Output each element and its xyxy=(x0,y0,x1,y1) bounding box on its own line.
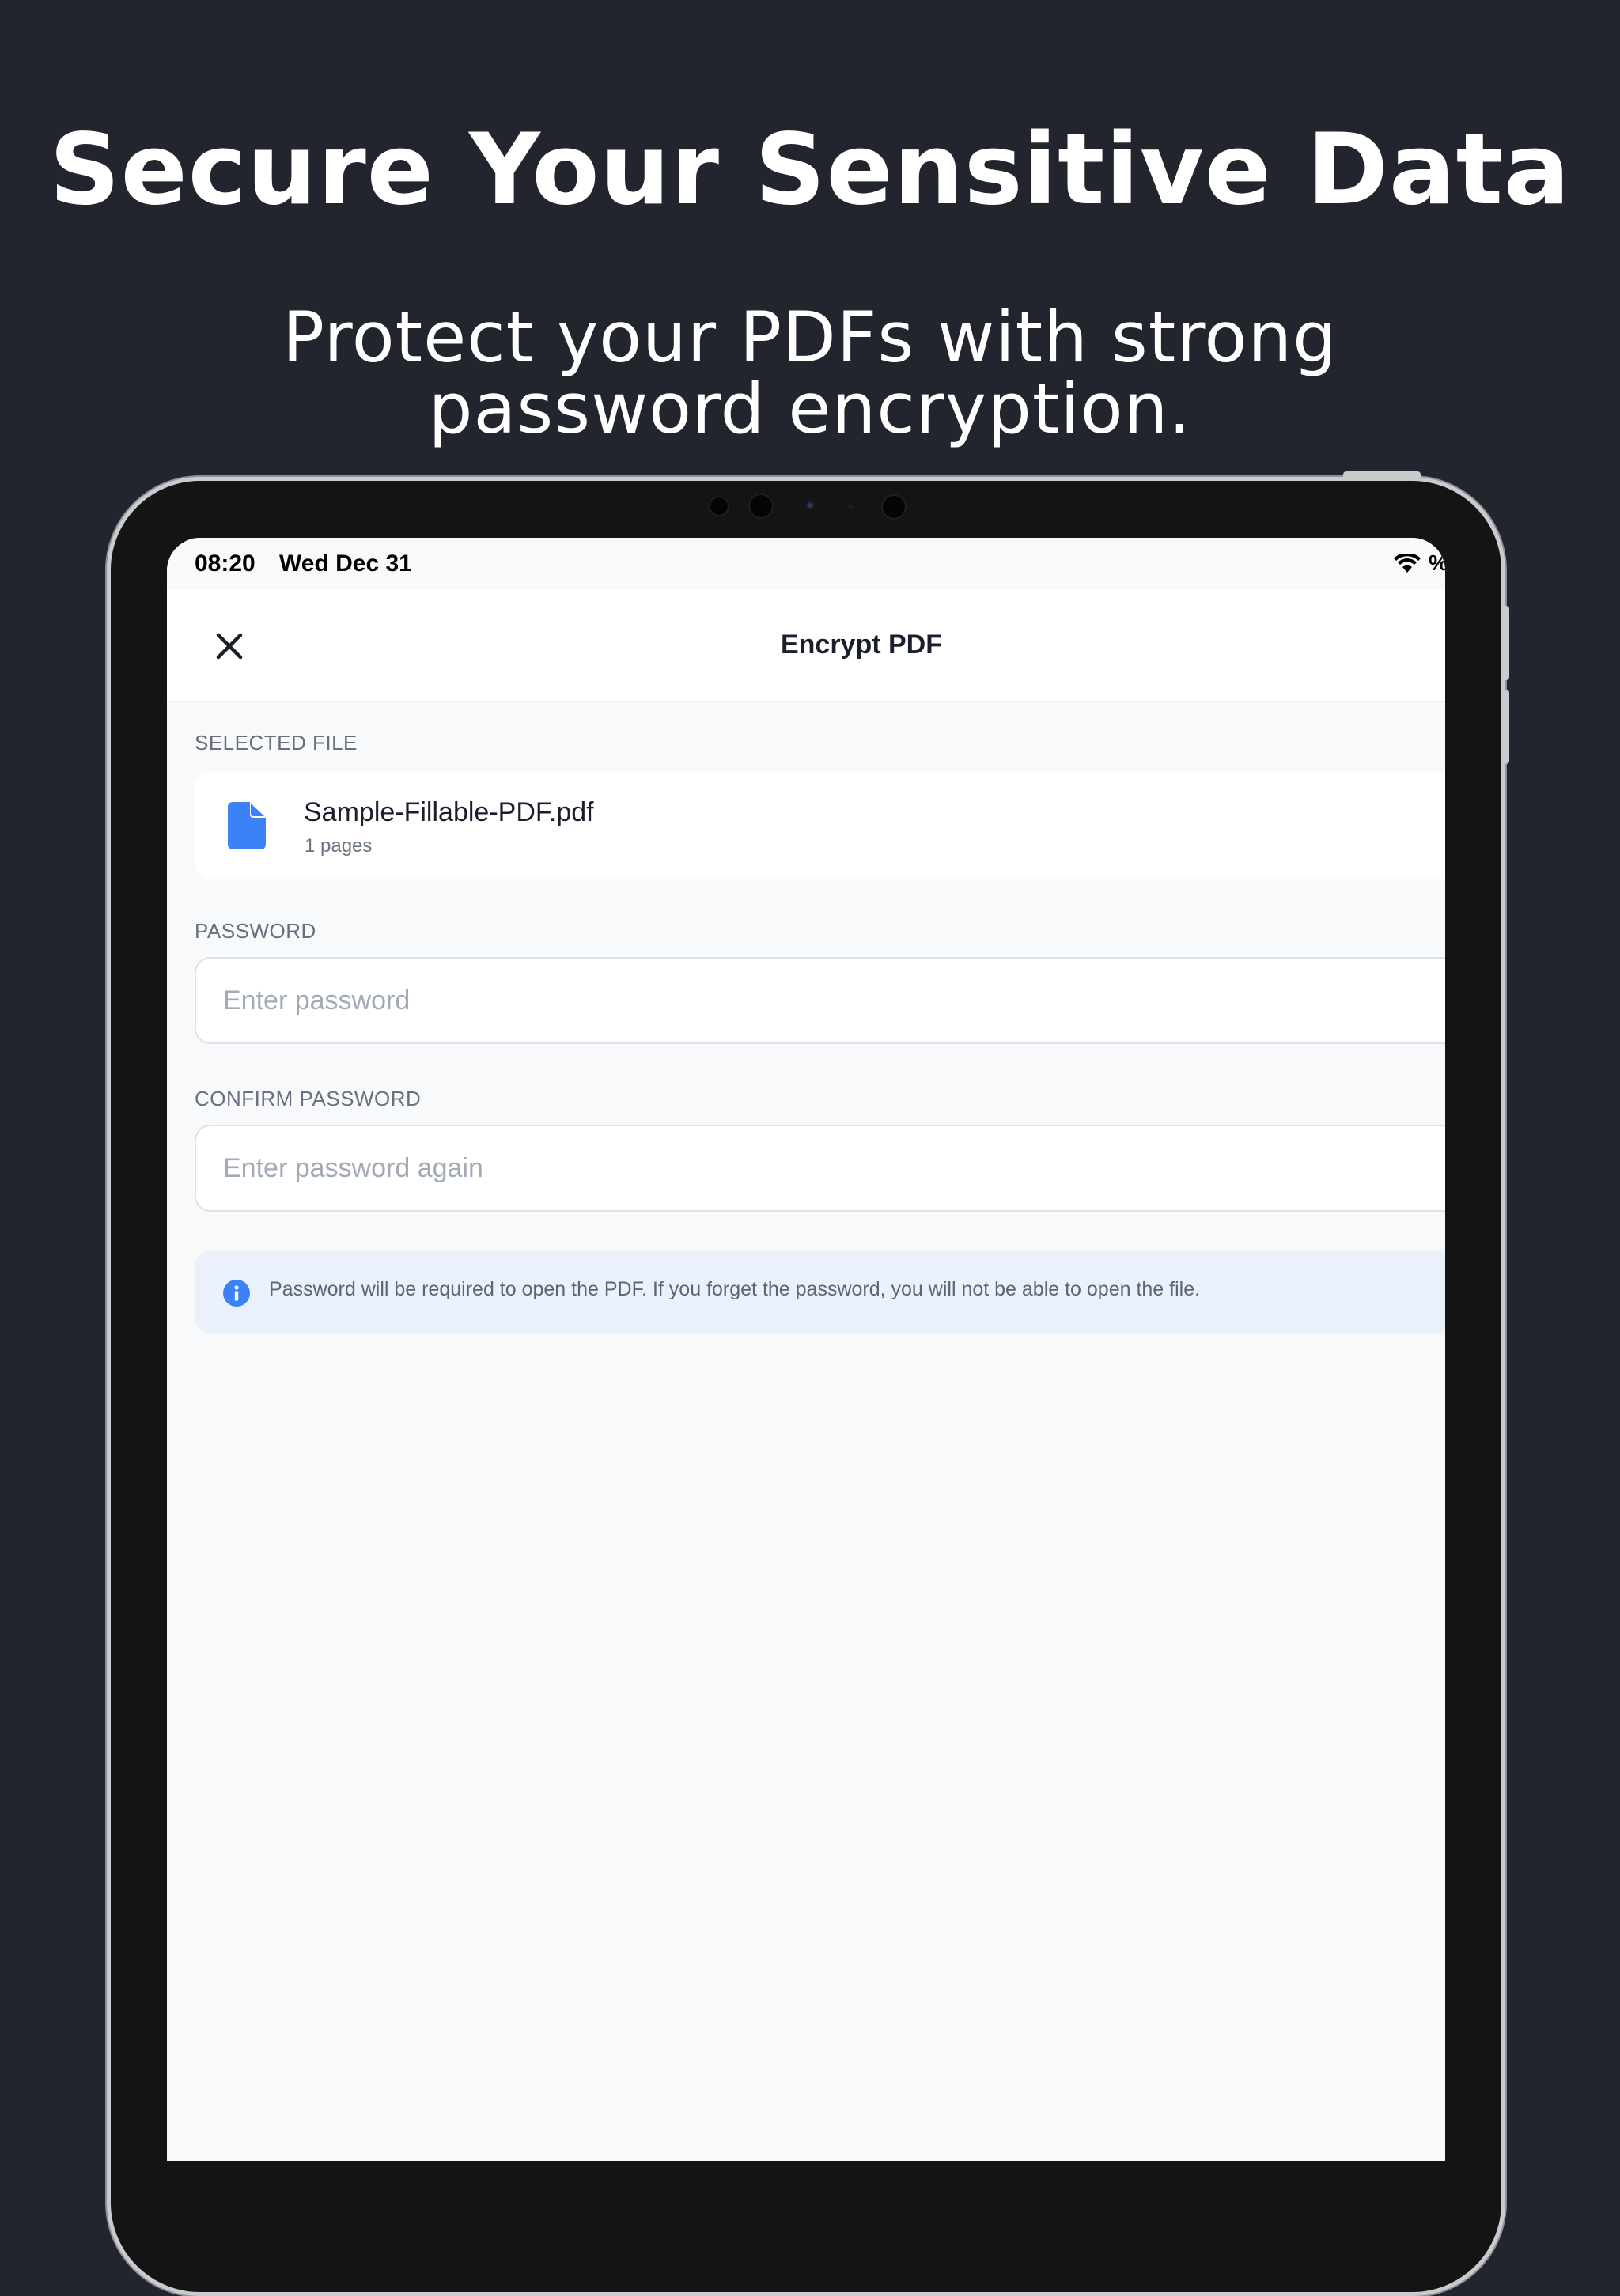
info-notice: Password will be required to open the PD… xyxy=(195,1251,1445,1333)
info-icon xyxy=(223,1280,250,1307)
file-name: Sample-Fillable-PDF.pdf xyxy=(304,797,594,827)
marketing-subheadline: Protect your PDFs with strong password e… xyxy=(0,302,1620,444)
file-page-count: 1 pages xyxy=(305,835,373,857)
password-field xyxy=(195,957,1445,1044)
password-label: PASSWORD xyxy=(195,919,316,943)
subheadline-line-1: Protect your PDFs with strong xyxy=(282,297,1338,378)
status-bar: 08:20 Wed Dec 31 % xyxy=(167,538,1445,590)
battery-percent-text: % xyxy=(1429,550,1445,576)
device-volume-up-button xyxy=(1503,606,1509,680)
password-input[interactable] xyxy=(223,959,1410,1042)
camera-lens-icon xyxy=(748,494,774,519)
device-volume-down-button xyxy=(1503,690,1509,764)
selected-file-card[interactable]: Sample-Fillable-PDF.pdf 1 pages xyxy=(195,772,1445,879)
navigation-bar: Encrypt PDF xyxy=(167,590,1445,702)
confirm-password-field xyxy=(195,1125,1445,1212)
confirm-password-input[interactable] xyxy=(223,1126,1410,1210)
subheadline-line-2: password encryption. xyxy=(428,368,1192,449)
status-time: 08:20 xyxy=(195,550,255,577)
camera-ambient-sensor-icon xyxy=(848,504,853,509)
app-screen: 08:20 Wed Dec 31 % Encrypt PDF SELECTED … xyxy=(167,538,1445,2161)
info-notice-text: Password will be required to open the PD… xyxy=(269,1278,1201,1300)
device-top-button xyxy=(1343,471,1421,479)
camera-flash-icon xyxy=(881,494,907,520)
selected-file-label: SELECTED FILE xyxy=(195,731,358,755)
camera-sensor-icon xyxy=(709,496,729,516)
confirm-password-label: CONFIRM PASSWORD xyxy=(195,1087,422,1110)
status-date: Wed Dec 31 xyxy=(279,550,412,577)
camera-indicator-icon xyxy=(806,501,814,509)
wifi-icon xyxy=(1394,554,1421,573)
document-icon xyxy=(228,802,266,849)
marketing-headline: Secure Your Sensitive Data xyxy=(49,113,1571,227)
page-title: Encrypt PDF xyxy=(780,630,943,660)
